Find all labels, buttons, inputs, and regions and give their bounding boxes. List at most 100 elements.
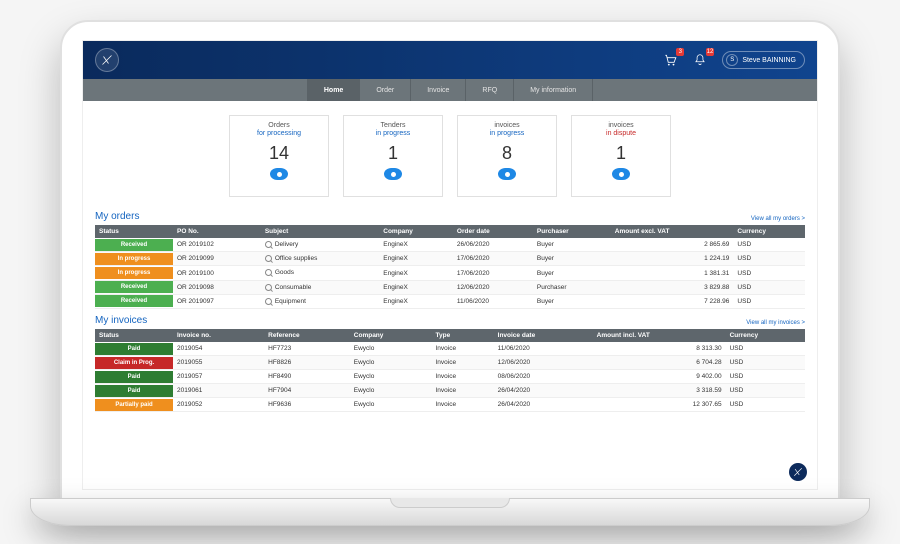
invoices-col: Currency bbox=[726, 329, 805, 342]
amount: 2 865.69 bbox=[611, 238, 734, 252]
card-line1: invoices bbox=[494, 122, 519, 129]
company: EngineX bbox=[379, 238, 453, 252]
table-row[interactable]: Claim in Prog.2019055HF8826EwycloInvoice… bbox=[95, 356, 805, 370]
help-fab[interactable] bbox=[789, 463, 807, 481]
reference: HF8826 bbox=[264, 356, 350, 370]
view-icon[interactable] bbox=[270, 168, 288, 180]
table-row[interactable]: In progressOR 2019100GoodsEngineX17/06/2… bbox=[95, 266, 805, 280]
invoice-no: 2019057 bbox=[173, 370, 264, 384]
currency: USD bbox=[726, 398, 805, 412]
status-badge: In progress bbox=[95, 267, 173, 279]
status-badge: Paid bbox=[95, 385, 173, 397]
po-no: OR 2019098 bbox=[173, 280, 261, 294]
view-icon[interactable] bbox=[612, 168, 630, 180]
orders-col: Status bbox=[95, 225, 173, 238]
invoices-title: My invoices bbox=[95, 315, 147, 326]
nav-tab-rfq[interactable]: RFQ bbox=[465, 79, 513, 101]
purchaser: Buyer bbox=[533, 266, 611, 280]
company: Ewyclo bbox=[350, 384, 432, 398]
po-no: OR 2019102 bbox=[173, 238, 261, 252]
search-icon[interactable] bbox=[265, 284, 272, 291]
status-badge: Partially paid bbox=[95, 399, 173, 411]
table-row[interactable]: Paid2019057HF8490EwycloInvoice08/06/2020… bbox=[95, 370, 805, 384]
purchaser: Buyer bbox=[533, 252, 611, 266]
invoices-table: StatusInvoice no.ReferenceCompanyType Inv… bbox=[95, 329, 805, 412]
purchaser: Purchaser bbox=[533, 280, 611, 294]
app-logo[interactable] bbox=[95, 48, 119, 72]
summary-card-2: invoicesin progress8 bbox=[457, 115, 557, 197]
order-date: 26/06/2020 bbox=[453, 238, 533, 252]
invoices-col: Company bbox=[350, 329, 432, 342]
purchaser: Buyer bbox=[533, 238, 611, 252]
search-icon[interactable] bbox=[265, 269, 272, 276]
nav-tab-invoice[interactable]: Invoice bbox=[410, 79, 465, 101]
type: Invoice bbox=[432, 384, 494, 398]
table-row[interactable]: ReceivedOR 2019097EquipmentEngineX11/06/… bbox=[95, 294, 805, 308]
main-nav: HomeOrderInvoiceRFQMy information bbox=[83, 79, 817, 101]
table-row[interactable]: Paid2019054HF7723EwycloInvoice11/06/2020… bbox=[95, 342, 805, 356]
nav-tab-home[interactable]: Home bbox=[307, 79, 359, 101]
table-row[interactable]: ReceivedOR 2019098ConsumableEngineX12/06… bbox=[95, 280, 805, 294]
invoices-col: Reference bbox=[264, 329, 350, 342]
table-row[interactable]: In progressOR 2019099Office suppliesEngi… bbox=[95, 252, 805, 266]
invoice-no: 2019061 bbox=[173, 384, 264, 398]
status-badge: Paid bbox=[95, 371, 173, 383]
reference: HF9636 bbox=[264, 398, 350, 412]
company: Ewyclo bbox=[350, 370, 432, 384]
company: EngineX bbox=[379, 266, 453, 280]
orders-col: Subject bbox=[261, 225, 379, 238]
laptop-notch bbox=[390, 498, 510, 508]
summary-card-1: Tendersin progress1 bbox=[343, 115, 443, 197]
status-badge: In progress bbox=[95, 253, 173, 265]
amount: 9 402.00 bbox=[593, 370, 726, 384]
search-icon[interactable] bbox=[265, 298, 272, 305]
view-icon[interactable] bbox=[498, 168, 516, 180]
invoices-col: Type bbox=[432, 329, 494, 342]
amount: 8 313.30 bbox=[593, 342, 726, 356]
status-badge: Claim in Prog. bbox=[95, 357, 173, 369]
invoices-section: My invoices View all my invoices > Statu… bbox=[83, 315, 817, 412]
status-badge: Received bbox=[95, 239, 173, 251]
search-icon[interactable] bbox=[265, 255, 272, 262]
currency: USD bbox=[733, 280, 805, 294]
type: Invoice bbox=[432, 370, 494, 384]
nav-tab-order[interactable]: Order bbox=[359, 79, 410, 101]
view-icon[interactable] bbox=[384, 168, 402, 180]
fab-icon bbox=[793, 467, 803, 477]
nav-tab-my-information[interactable]: My information bbox=[513, 79, 593, 101]
user-menu[interactable]: S Steve BAINNING bbox=[722, 51, 805, 69]
po-no: OR 2019100 bbox=[173, 266, 261, 280]
summary-card-0: Ordersfor processing14 bbox=[229, 115, 329, 197]
company: Ewyclo bbox=[350, 356, 432, 370]
company: EngineX bbox=[379, 252, 453, 266]
po-no: OR 2019097 bbox=[173, 294, 261, 308]
status-badge: Paid bbox=[95, 343, 173, 355]
card-value: 8 bbox=[502, 143, 512, 164]
view-all-invoices-link[interactable]: View all my invoices > bbox=[746, 320, 805, 326]
invoices-col: Amount incl. VAT bbox=[593, 329, 726, 342]
table-row[interactable]: Paid2019061HF7904EwycloInvoice26/04/2020… bbox=[95, 384, 805, 398]
invoice-date: 11/06/2020 bbox=[494, 342, 593, 356]
subject: Office supplies bbox=[261, 252, 379, 266]
notifications-button[interactable]: 12 bbox=[692, 52, 708, 68]
invoice-no: 2019054 bbox=[173, 342, 264, 356]
company: Ewyclo bbox=[350, 398, 432, 412]
invoices-col: Status bbox=[95, 329, 173, 342]
view-all-orders-link[interactable]: View all my orders > bbox=[751, 216, 805, 222]
type: Invoice bbox=[432, 356, 494, 370]
summary-cards: Ordersfor processing14Tendersin progress… bbox=[83, 101, 817, 207]
reference: HF7723 bbox=[264, 342, 350, 356]
invoices-col: Invoice no. bbox=[173, 329, 264, 342]
order-date: 11/06/2020 bbox=[453, 294, 533, 308]
status-badge: Received bbox=[95, 295, 173, 307]
amount: 12 307.65 bbox=[593, 398, 726, 412]
table-row[interactable]: ReceivedOR 2019102DeliveryEngineX26/06/2… bbox=[95, 238, 805, 252]
currency: USD bbox=[726, 356, 805, 370]
table-row[interactable]: Partially paid2019052HF9636EwycloInvoice… bbox=[95, 398, 805, 412]
po-no: OR 2019099 bbox=[173, 252, 261, 266]
subject: Consumable bbox=[261, 280, 379, 294]
cart-badge: 3 bbox=[676, 48, 684, 56]
card-line2: for processing bbox=[257, 130, 301, 137]
cart-button[interactable]: 3 bbox=[662, 52, 678, 68]
search-icon[interactable] bbox=[265, 241, 272, 248]
